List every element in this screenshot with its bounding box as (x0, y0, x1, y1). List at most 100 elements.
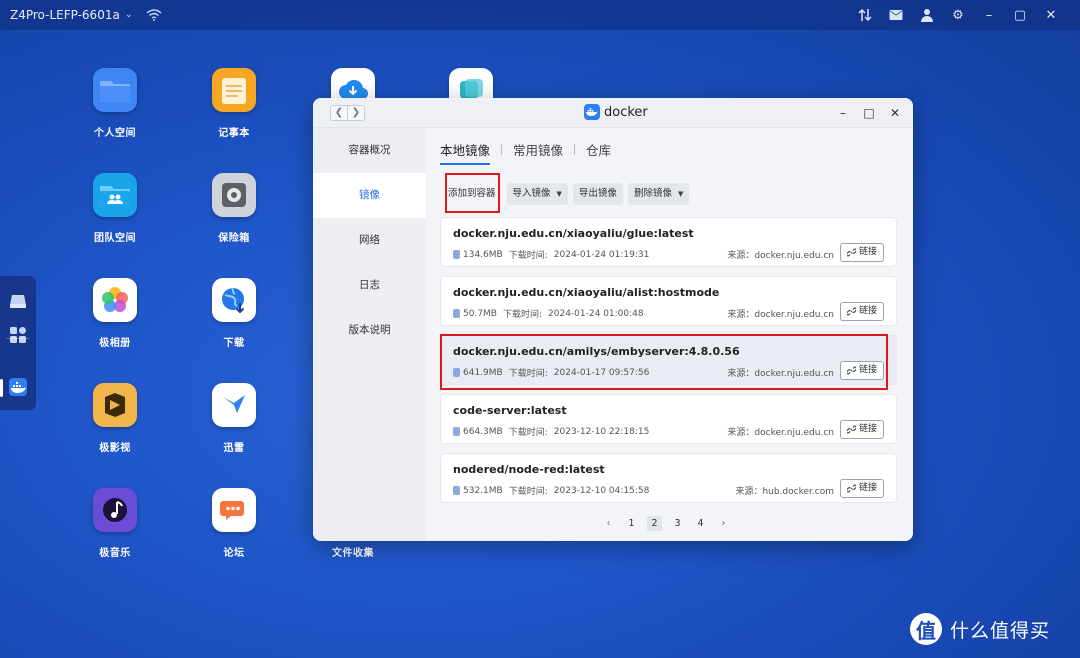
image-name: nodered/node-red:latest (453, 463, 605, 476)
image-name: docker.nju.edu.cn/xiaoyaliu/alist:hostmo… (453, 286, 720, 299)
mail-icon[interactable] (889, 9, 903, 21)
drive-icon[interactable] (9, 292, 27, 310)
window-sidebar: 容器概况 镜像 网络 日志 版本说明 (313, 128, 426, 541)
sidebar-item-images[interactable]: 镜像 (313, 173, 426, 218)
link-icon (846, 425, 856, 434)
export-image-label: 导出镜像 (578, 188, 617, 199)
prev-page-button[interactable]: ‹ (601, 516, 616, 531)
image-card[interactable]: docker.nju.edu.cn/xiaoyaliu/glue:latest … (440, 217, 897, 267)
page-3-button[interactable]: 3 (670, 516, 685, 531)
link-button[interactable]: 链接 (839, 243, 884, 262)
link-button[interactable]: 链接 (839, 302, 884, 321)
delete-image-label: 删除镜像 (633, 188, 672, 199)
desktop-icon-photos[interactable]: 极相册 (70, 278, 160, 349)
image-size: 664.3MB (463, 426, 503, 437)
desktop-icon-label: 记事本 (218, 128, 250, 139)
desktop-icon-thunder[interactable]: 迅雷 (189, 383, 279, 454)
page-1-button[interactable]: 1 (624, 516, 639, 531)
caret-down-icon: ▼ (677, 190, 684, 198)
image-size: 134.6MB (463, 249, 503, 260)
top-bar: Z4Pro-LEFP-6601a ⌄ ⚙ – ▢ ✕ (0, 0, 1080, 30)
tab-local-images[interactable]: 本地镜像 (440, 140, 491, 165)
minimize-icon[interactable]: – (837, 106, 849, 120)
photos-icon (93, 278, 137, 322)
page-2-button[interactable]: 2 (647, 516, 662, 531)
highlight-box-add-to-container (445, 173, 500, 213)
desktop-icon-label: 极影视 (99, 443, 131, 454)
desktop-icon-label: 极音乐 (99, 548, 131, 559)
close-icon[interactable]: ✕ (1044, 8, 1058, 23)
desktop-icon-video[interactable]: 极影视 (70, 383, 160, 454)
image-name: docker.nju.edu.cn/xiaoyaliu/glue:latest (453, 227, 694, 240)
pagination: ‹ 1 2 3 4 › (601, 516, 731, 531)
tab-bar: 本地镜像 常用镜像 仓库 (440, 140, 611, 165)
image-card[interactable]: code-server:latest 664.3MB 下载时间: 2023-12… (440, 394, 897, 444)
desktop-icon-label: 论坛 (223, 548, 245, 559)
safe-icon (212, 173, 256, 217)
docker-icon[interactable] (9, 378, 27, 396)
window-title-text: docker (604, 104, 648, 120)
desktop-icon-music[interactable]: 极音乐 (70, 488, 160, 559)
image-size: 532.1MB (463, 485, 503, 496)
import-image-button[interactable]: 导入镜像 ▼ (506, 183, 568, 205)
download-time-label: 下载时间: (508, 428, 548, 438)
maximize-icon[interactable]: ▢ (1013, 8, 1027, 23)
next-page-button[interactable]: › (716, 516, 731, 531)
minimize-icon[interactable]: – (982, 8, 996, 23)
download-time: 2023-12-10 04:15:58 (553, 485, 650, 496)
storage-icon (453, 309, 460, 318)
dock-divider (6, 338, 30, 339)
sidebar-item-release-notes[interactable]: 版本说明 (313, 308, 426, 353)
tab-common-images[interactable]: 常用镜像 (513, 140, 563, 159)
image-source: 来源：hub.docker.com (735, 487, 834, 497)
image-source: 来源：docker.nju.edu.cn (727, 310, 834, 320)
user-icon[interactable] (920, 8, 934, 22)
link-button[interactable]: 链接 (839, 479, 884, 498)
import-image-label: 导入镜像 (512, 188, 551, 199)
download-time: 2024-01-24 01:00:48 (548, 308, 644, 319)
desktop-icon-label: 保险箱 (218, 233, 250, 244)
tab-repository[interactable]: 仓库 (586, 140, 611, 159)
image-source: 来源：docker.nju.edu.cn (727, 251, 834, 261)
link-button[interactable]: 链接 (839, 420, 884, 439)
export-image-button[interactable]: 导出镜像 (572, 183, 623, 205)
maximize-icon[interactable]: □ (863, 106, 875, 120)
device-selector[interactable]: Z4Pro-LEFP-6601a ⌄ (10, 8, 132, 22)
image-card[interactable]: docker.nju.edu.cn/xiaoyaliu/alist:hostmo… (440, 276, 897, 326)
window-titlebar[interactable]: ❮ ❯ docker – □ ✕ (313, 98, 913, 128)
wifi-icon[interactable] (146, 9, 162, 21)
delete-image-button[interactable]: 删除镜像 ▼ (627, 183, 690, 205)
chevron-down-icon: ⌄ (124, 10, 133, 20)
desktop-icon-forum[interactable]: 论坛 (189, 488, 279, 559)
apps-grid-icon[interactable] (9, 326, 27, 344)
desktop-icon-download[interactable]: 下载 (189, 278, 279, 349)
settings-icon[interactable]: ⚙ (951, 8, 965, 23)
window-title: docker (584, 104, 648, 120)
transfer-icon[interactable] (858, 8, 872, 22)
image-card[interactable]: nodered/node-red:latest 532.1MB 下载时间: 20… (440, 453, 897, 503)
sidebar-item-network[interactable]: 网络 (313, 218, 426, 263)
desktop-icon-label: 个人空间 (94, 128, 136, 139)
caret-down-icon: ▼ (556, 190, 562, 198)
watermark: 值 什么值得买 (910, 613, 1050, 645)
sidebar-item-logs[interactable]: 日志 (313, 263, 426, 308)
page-4-button[interactable]: 4 (693, 516, 708, 531)
desktop-icon-notepad[interactable]: 记事本 (189, 68, 279, 139)
image-meta: 532.1MB 下载时间: 2023-12-10 04:15:58 (453, 484, 649, 497)
forward-button[interactable]: ❯ (348, 106, 364, 120)
tab-divider (501, 144, 503, 155)
desktop-icon-team-space[interactable]: 团队空间 (70, 173, 160, 244)
sidebar-item-overview[interactable]: 容器概况 (313, 128, 426, 173)
back-button[interactable]: ❮ (331, 106, 348, 120)
dock-active-indicator (0, 379, 3, 397)
image-meta: 50.7MB 下载时间: 2024-01-24 01:00:48 (453, 307, 644, 320)
desktop-icon-personal-space[interactable]: 个人空间 (70, 68, 160, 139)
image-size: 50.7MB (463, 308, 497, 319)
image-meta: 664.3MB 下载时间: 2023-12-10 22:18:15 (453, 425, 649, 438)
close-icon[interactable]: ✕ (889, 106, 901, 120)
video-icon (93, 383, 137, 427)
desktop-icon-safe[interactable]: 保险箱 (189, 173, 279, 244)
watermark-logo: 值 (910, 613, 942, 645)
download-time-label: 下载时间: (502, 310, 543, 320)
folder-icon (93, 68, 137, 112)
